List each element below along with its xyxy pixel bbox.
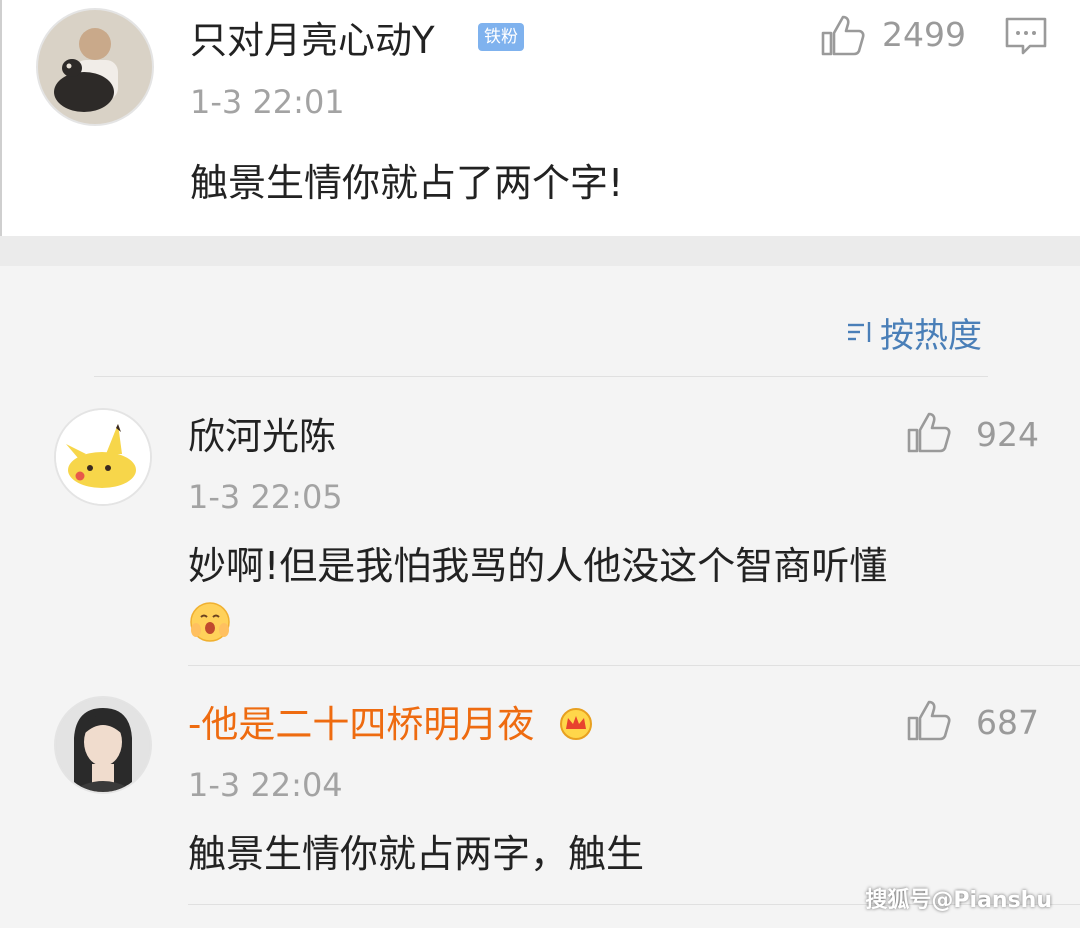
comment-text: 妙啊!但是我怕我骂的人他没这个智商听懂	[188, 544, 888, 588]
avatar-photo-icon	[56, 698, 150, 792]
divider	[94, 376, 988, 377]
section-separator	[0, 236, 1080, 266]
divider	[188, 665, 1080, 666]
comment-text: 触景生情你就占了两个字!	[190, 161, 624, 205]
like-count: 924	[976, 415, 1039, 454]
comment-time: 1-3 22:05	[188, 478, 343, 516]
thumbs-up-icon[interactable]	[820, 13, 866, 57]
thumbs-up-icon[interactable]	[906, 698, 952, 742]
top-comment-card: 只对月亮心动Y 铁粉 1-3 22:01 触景生情你就占了两个字! 2499	[0, 0, 1080, 236]
avatar[interactable]	[54, 408, 152, 506]
pikachu-avatar-icon	[56, 410, 150, 504]
thumbs-up-icon[interactable]	[906, 410, 952, 454]
username[interactable]: 只对月亮心动Y	[190, 22, 435, 59]
sort-by-hot-button[interactable]: 按热度	[846, 310, 982, 356]
avatar-photo-icon	[38, 10, 152, 124]
like-count: 687	[976, 703, 1039, 742]
shy-face-emoji	[190, 602, 230, 642]
sort-label: 按热度	[880, 315, 982, 356]
comment-time: 1-3 22:04	[188, 766, 343, 804]
fan-badge: 铁粉	[478, 23, 524, 51]
avatar[interactable]	[54, 696, 152, 794]
like-count: 2499	[882, 15, 966, 54]
sort-icon	[848, 322, 871, 342]
comment-time: 1-3 22:01	[190, 83, 345, 121]
username[interactable]: -他是二十四桥明月夜	[188, 706, 534, 743]
watermark: 搜狐号@Pianshu	[865, 888, 1052, 913]
avatar[interactable]	[36, 8, 154, 126]
username[interactable]: 欣河光陈	[188, 418, 336, 455]
comment-text: 触景生情你就占两字，触生	[188, 832, 645, 876]
comment-icon[interactable]	[1004, 16, 1048, 56]
crown-icon	[560, 708, 592, 740]
